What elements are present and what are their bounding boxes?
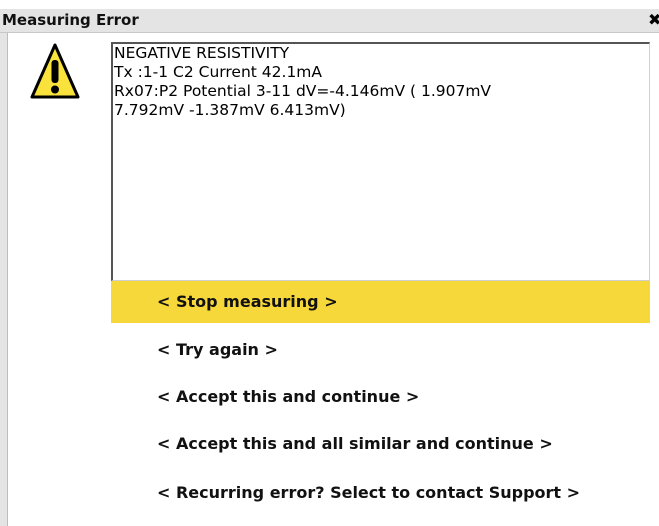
try-again-option[interactable]: < Try again > [111,329,650,371]
message-line-values: 7.792mV -1.387mV 6.413mV) [114,101,346,119]
window-left-border [0,33,8,526]
error-message-box: NEGATIVE RESISTIVITY Tx :1-1 C2 Current … [111,42,650,281]
message-line-rx: Rx07:P2 Potential 3-11 dV=-4.146mV ( 1.9… [114,82,492,100]
measuring-error-dialog: Measuring Error ✖ NEGATIVE RESISTIVITY T… [0,0,659,526]
option-label: < Accept this and all similar and contin… [157,434,553,453]
option-label: < Stop measuring > [157,292,338,311]
option-label: < Accept this and continue > [157,387,420,406]
warning-icon [30,43,80,99]
message-line-tx: Tx :1-1 C2 Current 42.1mA [114,63,323,81]
window-title: Measuring Error [2,11,139,29]
message-line-error-type: NEGATIVE RESISTIVITY [114,44,290,62]
close-icon[interactable]: ✖ [648,10,659,30]
stop-measuring-option[interactable]: < Stop measuring > [111,281,650,323]
contact-support-option[interactable]: < Recurring error? Select to contact Sup… [111,472,650,514]
title-bar: Measuring Error ✖ [0,9,659,33]
option-label: < Recurring error? Select to contact Sup… [157,483,581,502]
accept-all-similar-option[interactable]: < Accept this and all similar and contin… [111,423,650,465]
accept-and-continue-option[interactable]: < Accept this and continue > [111,376,650,418]
option-label: < Try again > [157,340,278,359]
